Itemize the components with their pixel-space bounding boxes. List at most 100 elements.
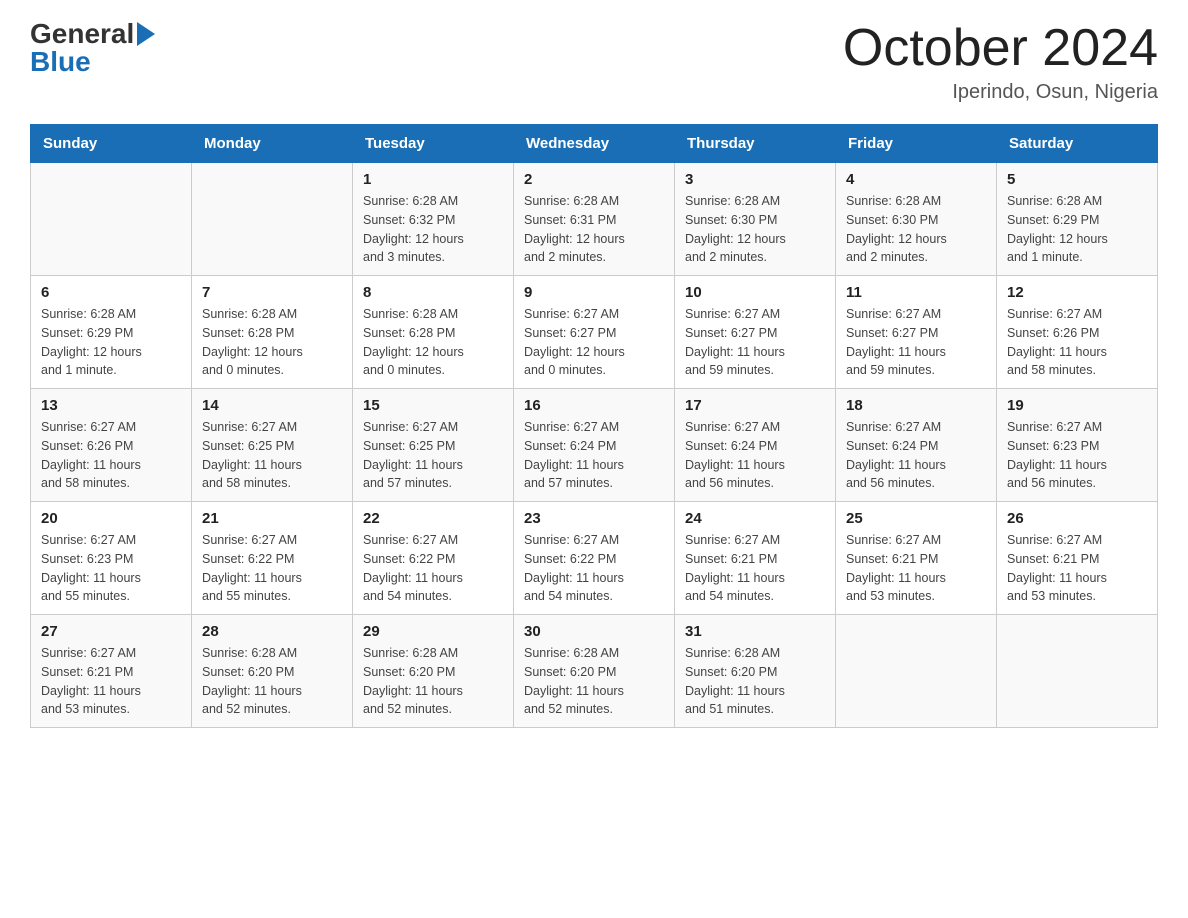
day-info: Sunrise: 6:28 AMSunset: 6:28 PMDaylight:…	[202, 305, 342, 380]
calendar-cell	[836, 615, 997, 728]
calendar-cell: 21 Sunrise: 6:27 AMSunset: 6:22 PMDayligh…	[192, 502, 353, 615]
calendar-cell: 4 Sunrise: 6:28 AMSunset: 6:30 PMDaylight…	[836, 163, 997, 276]
day-number: 31	[685, 623, 825, 640]
calendar-cell: 24Sunrise: 6:27 AMSunset: 6:21 PMDayligh…	[675, 502, 836, 615]
week-row-5: 27 Sunrise: 6:27 AMSunset: 6:21 PMDayligh…	[31, 615, 1158, 728]
week-row-1: 1 Sunrise: 6:28 AMSunset: 6:32 PMDaylight…	[31, 163, 1158, 276]
calendar-cell	[31, 163, 192, 276]
calendar-cell: 3 Sunrise: 6:28 AMSunset: 6:30 PMDaylight…	[675, 163, 836, 276]
day-info: Sunrise: 6:27 AMSunset: 6:26 PMDaylight:…	[1007, 305, 1147, 380]
calendar-cell: 6 Sunrise: 6:28 AMSunset: 6:29 PMDaylight…	[31, 276, 192, 389]
day-info: Sunrise: 6:28 AMSunset: 6:32 PMDaylight:…	[363, 192, 503, 267]
day-info: Sunrise: 6:27 AMSunset: 6:21 PMDaylight:…	[1007, 531, 1147, 606]
calendar-cell: 1 Sunrise: 6:28 AMSunset: 6:32 PMDaylight…	[353, 163, 514, 276]
day-info: Sunrise: 6:28 AMSunset: 6:30 PMDaylight:…	[685, 192, 825, 267]
calendar-cell: 18 Sunrise: 6:27 AMSunset: 6:24 PMDayligh…	[836, 389, 997, 502]
day-info: Sunrise: 6:28 AMSunset: 6:20 PMDaylight:…	[685, 644, 825, 719]
day-number: 3	[685, 171, 825, 188]
day-number: 12	[1007, 284, 1147, 301]
day-info: Sunrise: 6:27 AMSunset: 6:25 PMDaylight:…	[202, 418, 342, 493]
day-info: Sunrise: 6:28 AMSunset: 6:29 PMDaylight:…	[1007, 192, 1147, 267]
day-info: Sunrise: 6:27 AMSunset: 6:22 PMDaylight:…	[524, 531, 664, 606]
day-number: 10	[685, 284, 825, 301]
day-info: Sunrise: 6:27 AMSunset: 6:22 PMDaylight:…	[363, 531, 503, 606]
day-header-monday: Monday	[192, 125, 353, 163]
calendar-cell: 15 Sunrise: 6:27 AMSunset: 6:25 PMDayligh…	[353, 389, 514, 502]
day-number: 13	[41, 397, 181, 414]
logo-line1: General	[30, 20, 155, 48]
day-number: 28	[202, 623, 342, 640]
calendar-cell: 31 Sunrise: 6:28 AMSunset: 6:20 PMDayligh…	[675, 615, 836, 728]
calendar-cell: 29Sunrise: 6:28 AMSunset: 6:20 PMDayligh…	[353, 615, 514, 728]
day-number: 29	[363, 623, 503, 640]
calendar-cell: 19 Sunrise: 6:27 AMSunset: 6:23 PMDayligh…	[997, 389, 1158, 502]
day-number: 25	[846, 510, 986, 527]
day-info: Sunrise: 6:27 AMSunset: 6:27 PMDaylight:…	[685, 305, 825, 380]
day-info: Sunrise: 6:27 AMSunset: 6:25 PMDaylight:…	[363, 418, 503, 493]
day-number: 30	[524, 623, 664, 640]
calendar-cell	[997, 615, 1158, 728]
day-info: Sunrise: 6:28 AMSunset: 6:28 PMDaylight:…	[363, 305, 503, 380]
day-number: 23	[524, 510, 664, 527]
day-number: 17	[685, 397, 825, 414]
calendar-cell	[192, 163, 353, 276]
calendar-body: 1 Sunrise: 6:28 AMSunset: 6:32 PMDaylight…	[31, 163, 1158, 728]
day-number: 8	[363, 284, 503, 301]
day-number: 21	[202, 510, 342, 527]
week-row-4: 20Sunrise: 6:27 AMSunset: 6:23 PMDayligh…	[31, 502, 1158, 615]
days-of-week-row: SundayMondayTuesdayWednesdayThursdayFrid…	[31, 125, 1158, 163]
week-row-2: 6 Sunrise: 6:28 AMSunset: 6:29 PMDaylight…	[31, 276, 1158, 389]
day-number: 15	[363, 397, 503, 414]
day-info: Sunrise: 6:27 AMSunset: 6:22 PMDaylight:…	[202, 531, 342, 606]
page-header: General Blue October 2024 Iperindo, Osun…	[30, 20, 1158, 104]
calendar-cell: 16Sunrise: 6:27 AMSunset: 6:24 PMDayligh…	[514, 389, 675, 502]
calendar-cell: 2Sunrise: 6:28 AMSunset: 6:31 PMDaylight…	[514, 163, 675, 276]
day-header-sunday: Sunday	[31, 125, 192, 163]
logo: General Blue	[30, 20, 155, 76]
calendar-cell: 14Sunrise: 6:27 AMSunset: 6:25 PMDayligh…	[192, 389, 353, 502]
day-info: Sunrise: 6:28 AMSunset: 6:20 PMDaylight:…	[524, 644, 664, 719]
calendar-cell: 13Sunrise: 6:27 AMSunset: 6:26 PMDayligh…	[31, 389, 192, 502]
day-number: 1	[363, 171, 503, 188]
calendar-header: SundayMondayTuesdayWednesdayThursdayFrid…	[31, 125, 1158, 163]
day-number: 27	[41, 623, 181, 640]
day-info: Sunrise: 6:27 AMSunset: 6:23 PMDaylight:…	[41, 531, 181, 606]
day-info: Sunrise: 6:27 AMSunset: 6:21 PMDaylight:…	[41, 644, 181, 719]
week-row-3: 13Sunrise: 6:27 AMSunset: 6:26 PMDayligh…	[31, 389, 1158, 502]
calendar-cell: 26 Sunrise: 6:27 AMSunset: 6:21 PMDayligh…	[997, 502, 1158, 615]
calendar-cell: 9 Sunrise: 6:27 AMSunset: 6:27 PMDaylight…	[514, 276, 675, 389]
logo-arrow-icon	[137, 22, 155, 46]
logo-line2: Blue	[30, 48, 155, 76]
day-info: Sunrise: 6:28 AMSunset: 6:29 PMDaylight:…	[41, 305, 181, 380]
logo-general-text: General	[30, 20, 134, 48]
calendar-cell: 23 Sunrise: 6:27 AMSunset: 6:22 PMDayligh…	[514, 502, 675, 615]
day-header-friday: Friday	[836, 125, 997, 163]
calendar-cell: 17Sunrise: 6:27 AMSunset: 6:24 PMDayligh…	[675, 389, 836, 502]
day-info: Sunrise: 6:27 AMSunset: 6:21 PMDaylight:…	[685, 531, 825, 606]
day-number: 18	[846, 397, 986, 414]
day-number: 19	[1007, 397, 1147, 414]
day-number: 26	[1007, 510, 1147, 527]
day-number: 4	[846, 171, 986, 188]
day-info: Sunrise: 6:27 AMSunset: 6:24 PMDaylight:…	[524, 418, 664, 493]
calendar-cell: 25Sunrise: 6:27 AMSunset: 6:21 PMDayligh…	[836, 502, 997, 615]
day-number: 9	[524, 284, 664, 301]
day-header-saturday: Saturday	[997, 125, 1158, 163]
calendar-table: SundayMondayTuesdayWednesdayThursdayFrid…	[30, 124, 1158, 728]
day-info: Sunrise: 6:28 AMSunset: 6:30 PMDaylight:…	[846, 192, 986, 267]
calendar-cell: 11Sunrise: 6:27 AMSunset: 6:27 PMDayligh…	[836, 276, 997, 389]
calendar-cell: 8 Sunrise: 6:28 AMSunset: 6:28 PMDaylight…	[353, 276, 514, 389]
calendar-cell: 28Sunrise: 6:28 AMSunset: 6:20 PMDayligh…	[192, 615, 353, 728]
day-number: 6	[41, 284, 181, 301]
calendar-cell: 30 Sunrise: 6:28 AMSunset: 6:20 PMDayligh…	[514, 615, 675, 728]
day-info: Sunrise: 6:27 AMSunset: 6:23 PMDaylight:…	[1007, 418, 1147, 493]
calendar-title: October 2024	[843, 20, 1158, 77]
day-number: 5	[1007, 171, 1147, 188]
day-info: Sunrise: 6:27 AMSunset: 6:27 PMDaylight:…	[524, 305, 664, 380]
day-header-thursday: Thursday	[675, 125, 836, 163]
calendar-cell: 7 Sunrise: 6:28 AMSunset: 6:28 PMDaylight…	[192, 276, 353, 389]
day-number: 7	[202, 284, 342, 301]
day-header-wednesday: Wednesday	[514, 125, 675, 163]
calendar-cell: 20Sunrise: 6:27 AMSunset: 6:23 PMDayligh…	[31, 502, 192, 615]
day-info: Sunrise: 6:27 AMSunset: 6:24 PMDaylight:…	[846, 418, 986, 493]
